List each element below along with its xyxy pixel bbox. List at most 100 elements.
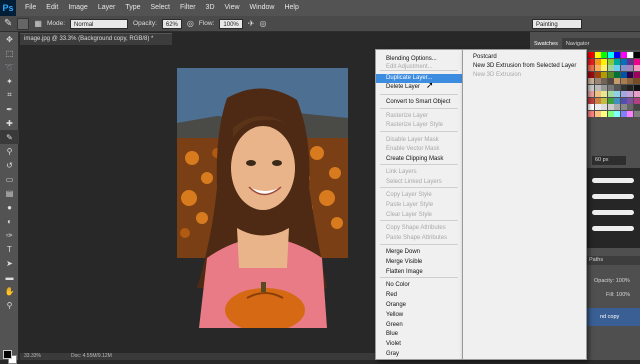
color-swatch[interactable] [633,97,640,104]
opacity-field[interactable]: 62% [161,18,182,29]
context-menu-item-red[interactable]: Red [376,291,462,300]
color-swatch[interactable] [588,78,594,84]
healing-tool-icon[interactable]: ✚ [0,116,19,130]
context-menu-item-orange[interactable]: Orange [376,301,462,310]
color-swatch[interactable] [594,78,601,84]
context-menu-item-copy-shape-attributes[interactable]: Copy Shape Attributes [376,224,462,233]
mode-select[interactable]: Normal [70,18,129,29]
brush-preset-picker[interactable] [17,17,30,30]
color-swatch[interactable] [607,52,614,58]
color-swatch[interactable] [594,52,601,58]
menu-view[interactable]: View [220,0,245,16]
color-swatch[interactable] [620,91,627,97]
lasso-tool-icon[interactable]: ➰ [0,60,19,74]
crop-tool-icon[interactable]: ⌗ [0,88,19,102]
shape-tool-icon[interactable]: ▬ [0,270,19,284]
menu-select[interactable]: Select [146,0,175,16]
color-swatch[interactable] [601,97,607,104]
color-swatch[interactable] [594,71,601,78]
marquee-tool-icon[interactable]: ⬚ [0,46,19,60]
quick-select-tool-icon[interactable]: ✦ [0,74,19,88]
color-swatch[interactable] [633,58,640,65]
color-swatch[interactable] [614,65,620,71]
menu-file[interactable]: File [20,0,41,16]
menu-image[interactable]: Image [63,0,92,16]
flow-field[interactable]: 100% [219,18,243,29]
menu-window[interactable]: Window [245,0,280,16]
brush-panel-icon[interactable]: ▦ [34,19,42,28]
color-swatch[interactable] [588,104,594,110]
context-menu-item-duplicate-layer[interactable]: Duplicate Layer... [376,74,462,83]
color-swatch[interactable] [607,91,614,97]
context-menu-item-paste-layer-style[interactable]: Paste Layer Style [376,201,462,210]
menu-3d[interactable]: 3D [201,0,220,16]
color-swatch[interactable] [607,84,614,91]
color-swatch[interactable] [588,52,594,58]
color-swatch[interactable] [633,91,640,97]
color-swatch[interactable] [588,110,594,117]
color-swatch[interactable] [627,104,633,110]
eyedropper-tool-icon[interactable]: ✒ [0,102,19,116]
color-swatch[interactable] [601,71,607,78]
color-swatch[interactable] [620,78,627,84]
context-menu-item-yellow[interactable]: Yellow [376,311,462,320]
color-swatch[interactable] [601,65,607,71]
color-swatch[interactable] [594,110,601,117]
context-menu-item-edit-adjustment[interactable]: Edit Adjustment... [376,63,462,72]
color-swatch[interactable] [620,58,627,65]
menu-edit[interactable]: Edit [41,0,63,16]
context-menu-item-paste-shape-attributes[interactable]: Paste Shape Attributes [376,234,462,243]
context-menu-item-merge-visible[interactable]: Merge Visible [376,258,462,267]
eraser-tool-icon[interactable]: ▭ [0,172,19,186]
color-swatch[interactable] [620,52,627,58]
zoom-tool-icon[interactable]: ⚲ [0,298,19,312]
color-swatch[interactable] [594,91,601,97]
pen-tool-icon[interactable]: ✑ [0,228,19,242]
submenu-item-postcard[interactable]: Postcard [463,53,586,62]
canvas-image[interactable] [177,68,348,328]
menu-layer[interactable]: Layer [93,0,121,16]
move-tool-icon[interactable]: ✥ [0,32,19,46]
color-swatch[interactable] [620,97,627,104]
color-swatch[interactable] [627,97,633,104]
context-menu-item-merge-down[interactable]: Merge Down [376,248,462,257]
history-brush-tool-icon[interactable]: ↺ [0,158,19,172]
color-swatch[interactable] [614,84,620,91]
color-swatch[interactable] [588,58,594,65]
color-swatch[interactable] [601,78,607,84]
color-swatch[interactable] [614,52,620,58]
brush-tool-icon[interactable]: ✎ [4,18,12,29]
color-swatch[interactable] [607,97,614,104]
color-swatch[interactable] [607,78,614,84]
color-swatch[interactable] [627,65,633,71]
color-swatch[interactable] [594,58,601,65]
color-swatch[interactable] [607,71,614,78]
submenu-item-new-3d-extrusion[interactable]: New 3D Extrusion [463,71,586,80]
selected-layer-row[interactable]: nd copy [586,308,640,326]
airbrush-icon[interactable]: ✈ [248,19,255,28]
layer-fill-value[interactable]: 100% [616,292,630,298]
context-menu-item-green[interactable]: Green [376,321,462,330]
color-swatch[interactable] [607,110,614,117]
color-swatch[interactable] [620,71,627,78]
color-swatch[interactable] [594,84,601,91]
pressure-opacity-icon[interactable]: ◎ [187,19,194,28]
color-swatch[interactable] [614,58,620,65]
context-menu-item-enable-vector-mask[interactable]: Enable Vector Mask [376,145,462,154]
color-swatch[interactable] [633,71,640,78]
color-swatch[interactable] [588,84,594,91]
dodge-tool-icon[interactable]: ◐ [0,214,19,228]
color-swatch[interactable] [601,104,607,110]
menu-help[interactable]: Help [279,0,303,16]
color-swatch[interactable] [614,97,620,104]
color-swatch[interactable] [588,65,594,71]
color-swatch[interactable] [594,65,601,71]
context-menu-item-rasterize-layer-style[interactable]: Rasterize Layer Style [376,121,462,130]
swatches-grid[interactable] [588,52,640,130]
color-swatch[interactable] [633,84,640,91]
color-swatch[interactable] [607,104,614,110]
color-swatch[interactable] [614,78,620,84]
color-swatches[interactable] [3,350,17,364]
color-swatch[interactable] [620,84,627,91]
submenu-item-new-3d-extrusion-from-selected-layer[interactable]: New 3D Extrusion from Selected Layer [463,62,586,71]
